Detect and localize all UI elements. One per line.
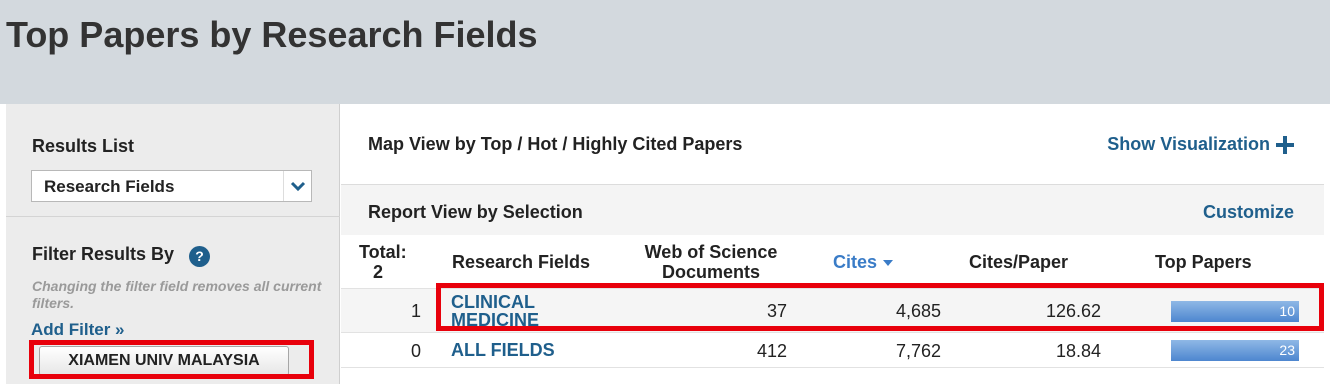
- top-papers-bar-track: 23: [1171, 340, 1299, 361]
- header-total-label: Total:: [359, 242, 407, 262]
- map-view-label: Map View by Top / Hot / Highly Cited Pap…: [368, 134, 743, 154]
- top-papers-value: 23: [1279, 342, 1295, 358]
- results-list-select[interactable]: Research Fields: [31, 170, 312, 202]
- wos-documents-value: 412: [756, 341, 787, 361]
- top-papers-bar[interactable]: 10: [1171, 301, 1299, 322]
- sidebar: Results List Research Fields Filter Resu…: [6, 104, 340, 384]
- main-panel: Map View by Top / Hot / Highly Cited Pap…: [341, 104, 1324, 384]
- top-papers-value: 10: [1279, 303, 1295, 319]
- help-icon[interactable]: ?: [189, 246, 210, 267]
- research-field-link[interactable]: ALL FIELDS: [451, 341, 555, 359]
- cites-value: 7,762: [895, 341, 941, 361]
- cites-per-paper-value: 18.84: [1055, 341, 1101, 361]
- report-view-label: Report View by Selection: [368, 202, 583, 222]
- results-list-select-value: Research Fields: [44, 177, 175, 196]
- header-research-fields[interactable]: Research Fields: [452, 252, 590, 272]
- table-row: 0 ALL FIELDS 412 7,762 18.84 23: [341, 332, 1324, 368]
- field-line1: ALL FIELDS: [451, 340, 555, 360]
- research-field-link[interactable]: CLINICAL MEDICINE: [451, 293, 539, 329]
- results-list-label: Results List: [32, 136, 135, 156]
- plus-icon: [1276, 135, 1294, 154]
- header-total: Total: 2: [359, 242, 407, 282]
- wos-documents-value: 37: [766, 301, 787, 321]
- header-wos-line1: Web of Science: [644, 242, 778, 262]
- sidebar-divider: [6, 216, 340, 217]
- top-papers-bar-track: 10: [1171, 301, 1299, 322]
- add-filter-link[interactable]: Add Filter »: [31, 320, 125, 340]
- header-wos-line2: Documents: [661, 262, 760, 282]
- show-visualization-label: Show Visualization: [1107, 134, 1270, 154]
- header-top-papers[interactable]: Top Papers: [1155, 252, 1252, 272]
- header-cites[interactable]: Cites: [833, 252, 894, 272]
- table-row: 1 CLINICAL MEDICINE 37 4,685 126.62 10: [341, 288, 1324, 332]
- row-index: 1: [410, 301, 421, 321]
- customize-link[interactable]: Customize: [1203, 202, 1294, 223]
- header-total-count: 2: [373, 262, 384, 282]
- filter-note: Changing the filter field removes all cu…: [32, 278, 322, 311]
- header-wos-documents[interactable]: Web of Science Documents: [637, 242, 785, 282]
- filter-results-label: Filter Results By: [32, 244, 175, 264]
- page-title: Top Papers by Research Fields: [6, 14, 538, 55]
- header-band: Top Papers by Research Fields: [0, 0, 1330, 104]
- header-cites-label: Cites: [833, 252, 878, 272]
- field-line2: MEDICINE: [451, 310, 540, 330]
- sort-desc-icon: [883, 260, 894, 267]
- chevron-down-icon[interactable]: [283, 171, 311, 201]
- header-cites-per-paper[interactable]: Cites/Paper: [969, 252, 1068, 272]
- report-view-strip: Report View by Selection Customize: [341, 184, 1324, 235]
- cites-value: 4,685: [895, 301, 941, 321]
- top-papers-bar[interactable]: 23: [1171, 340, 1299, 361]
- filter-chip[interactable]: XIAMEN UNIV MALAYSIA: [39, 346, 289, 376]
- show-visualization-link[interactable]: Show Visualization: [1107, 134, 1294, 155]
- cites-per-paper-value: 126.62: [1045, 301, 1101, 321]
- field-line1: CLINICAL: [451, 292, 535, 312]
- row-index: 0: [410, 341, 421, 361]
